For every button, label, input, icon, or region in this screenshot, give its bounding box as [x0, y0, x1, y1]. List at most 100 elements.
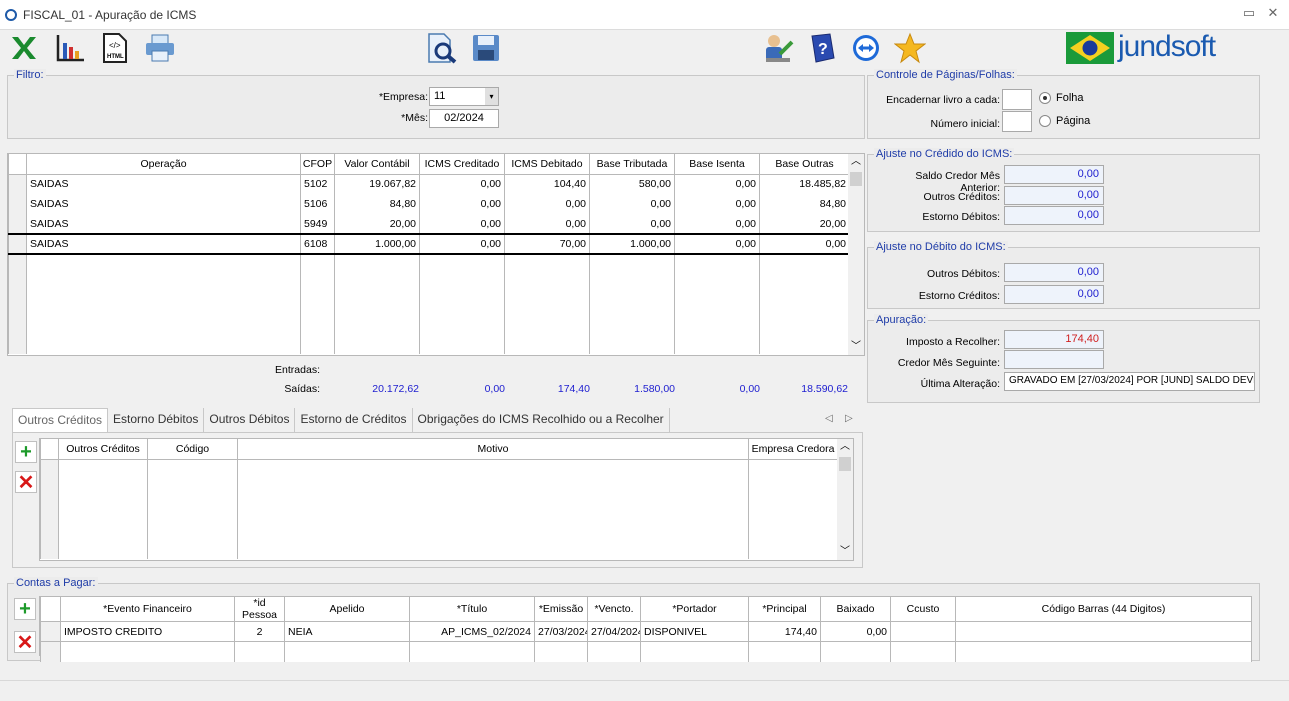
table-row-empty[interactable]	[40, 641, 1252, 662]
empty-cell[interactable]	[640, 641, 749, 662]
chevron-down-icon[interactable]: ▾	[485, 88, 498, 105]
cell-valor-contabil[interactable]: 19.067,82	[334, 174, 420, 194]
cell-cfop[interactable]: 6108	[300, 233, 335, 255]
encadernar-input[interactable]	[1002, 89, 1032, 110]
cell-base-outras[interactable]: 84,80	[759, 194, 850, 214]
chart-icon[interactable]	[54, 32, 86, 64]
col-emissao[interactable]: *Emissão	[534, 597, 588, 622]
scroll-up-icon[interactable]: ︿	[848, 154, 864, 170]
empty-cell[interactable]	[748, 641, 821, 662]
tab-estorno-debitos[interactable]: Estorno Débitos	[108, 408, 205, 432]
row-indicator[interactable]	[40, 621, 61, 642]
scroll-down-icon[interactable]: ﹀	[837, 544, 853, 560]
cell-portador[interactable]: DISPONIVEL	[640, 621, 749, 642]
cell-base-outras[interactable]: 18.485,82	[759, 174, 850, 194]
print-icon[interactable]	[144, 32, 176, 64]
close-button[interactable]: ✕	[1264, 5, 1282, 21]
cell-vencto[interactable]: 27/04/2024	[587, 621, 641, 642]
preview-search-icon[interactable]	[426, 32, 458, 64]
col-principal[interactable]: *Principal	[748, 597, 821, 622]
cell-base-tributada[interactable]: 1.000,00	[589, 233, 675, 255]
col-ccusto[interactable]: Ccusto	[890, 597, 956, 622]
scroll-thumb[interactable]	[850, 172, 862, 186]
row-indicator[interactable]	[8, 214, 27, 234]
empty-cell[interactable]	[890, 641, 956, 662]
cell-icms-creditado[interactable]: 0,00	[419, 174, 505, 194]
cell-emissao[interactable]: 27/03/2024	[534, 621, 588, 642]
minimize-button[interactable]: ▭	[1240, 5, 1258, 21]
tab-next-icon[interactable]: ▷	[845, 413, 853, 424]
credits-scrollbar[interactable]: ︿ ﹀	[837, 439, 853, 560]
col-id-pessoa[interactable]: *id Pessoa	[234, 597, 285, 622]
table-row[interactable]: SAIDAS 5949 20,00 0,00 0,00 0,00 0,00 20…	[8, 214, 850, 234]
cell-base-tributada[interactable]: 0,00	[589, 194, 675, 214]
delete-conta-button[interactable]: ✕	[14, 631, 36, 654]
col-base-outras[interactable]: Base Outras	[759, 154, 850, 175]
cell-icms-debitado[interactable]: 0,00	[504, 214, 590, 234]
ultima-alteracao-field[interactable]: GRAVADO EM [27/03/2024] POR [JUND] SALDO…	[1004, 372, 1255, 391]
col-motivo[interactable]: Motivo	[237, 439, 749, 460]
cell-codigo-barras[interactable]	[955, 621, 1252, 642]
cell-cfop[interactable]: 5949	[300, 214, 335, 234]
imposto-recolher-field[interactable]: 174,40	[1004, 330, 1104, 349]
cell-icms-creditado[interactable]: 0,00	[419, 233, 505, 255]
row-indicator[interactable]	[8, 174, 27, 194]
cell-base-isenta[interactable]: 0,00	[674, 174, 760, 194]
operations-scrollbar[interactable]: ︿ ﹀	[848, 154, 864, 355]
table-row[interactable]: IMPOSTO CREDITO 2 NEIA AP_ICMS_02/2024 2…	[40, 621, 1252, 642]
mes-input[interactable]: 02/2024	[429, 109, 499, 128]
col-valor-contabil[interactable]: Valor Contábil	[334, 154, 420, 175]
star-icon[interactable]	[894, 32, 926, 64]
cell-operacao[interactable]: SAIDAS	[26, 233, 301, 255]
tab-prev-icon[interactable]: ◁	[825, 413, 833, 424]
col-icms-debitado[interactable]: ICMS Debitado	[504, 154, 590, 175]
cell-icms-creditado[interactable]: 0,00	[419, 194, 505, 214]
col-codigo[interactable]: Código	[147, 439, 238, 460]
cell-icms-debitado[interactable]: 70,00	[504, 233, 590, 255]
cell-operacao[interactable]: SAIDAS	[26, 174, 301, 194]
cell-icms-debitado[interactable]: 0,00	[504, 194, 590, 214]
col-base-isenta[interactable]: Base Isenta	[674, 154, 760, 175]
empty-cell[interactable]	[820, 641, 891, 662]
add-conta-button[interactable]: +	[14, 598, 36, 620]
cell-ccusto[interactable]	[890, 621, 956, 642]
cell-operacao[interactable]: SAIDAS	[26, 194, 301, 214]
cell-valor-contabil[interactable]: 1.000,00	[334, 233, 420, 255]
col-empresa-credora[interactable]: Empresa Credora	[748, 439, 838, 460]
outros-creditos-field[interactable]: 0,00	[1004, 186, 1104, 205]
empty-cell[interactable]	[409, 641, 535, 662]
remote-access-icon[interactable]	[850, 32, 882, 64]
tab-estorno-creditos[interactable]: Estorno de Créditos	[295, 408, 413, 432]
add-credit-button[interactable]: +	[15, 441, 37, 463]
cell-cfop[interactable]: 5106	[300, 194, 335, 214]
col-evento-financeiro[interactable]: *Evento Financeiro	[60, 597, 235, 622]
empty-cell[interactable]	[534, 641, 588, 662]
outros-debitos-field[interactable]: 0,00	[1004, 263, 1104, 282]
estorno-debitos-field[interactable]: 0,00	[1004, 206, 1104, 225]
scroll-thumb[interactable]	[839, 457, 851, 471]
row-indicator[interactable]	[8, 194, 27, 214]
user-admin-icon[interactable]	[762, 32, 794, 64]
scroll-down-icon[interactable]: ﹀	[848, 339, 864, 355]
delete-credit-button[interactable]: ✕	[15, 471, 37, 494]
cell-base-isenta[interactable]: 0,00	[674, 214, 760, 234]
col-baixado[interactable]: Baixado	[820, 597, 891, 622]
col-titulo[interactable]: *Título	[409, 597, 535, 622]
col-operacao[interactable]: Operação	[26, 154, 301, 175]
cell-baixado[interactable]: 0,00	[820, 621, 891, 642]
col-apelido[interactable]: Apelido	[284, 597, 410, 622]
cell-id-pessoa[interactable]: 2	[234, 621, 285, 642]
tab-outros-creditos[interactable]: Outros Créditos	[12, 408, 109, 432]
table-row[interactable]: SAIDAS 5102 19.067,82 0,00 104,40 580,00…	[8, 174, 850, 194]
cell-base-isenta[interactable]: 0,00	[674, 194, 760, 214]
cell-principal[interactable]: 174,40	[748, 621, 821, 642]
col-outros-creditos[interactable]: Outros Créditos	[58, 439, 148, 460]
cell-base-isenta[interactable]: 0,00	[674, 233, 760, 255]
cell-operacao[interactable]: SAIDAS	[26, 214, 301, 234]
table-row[interactable]: SAIDAS 5106 84,80 0,00 0,00 0,00 0,00 84…	[8, 194, 850, 214]
cell-cfop[interactable]: 5102	[300, 174, 335, 194]
credor-seguinte-field[interactable]	[1004, 350, 1104, 369]
col-base-tributada[interactable]: Base Tributada	[589, 154, 675, 175]
save-icon[interactable]	[470, 32, 502, 64]
help-book-icon[interactable]: ?	[806, 32, 838, 64]
